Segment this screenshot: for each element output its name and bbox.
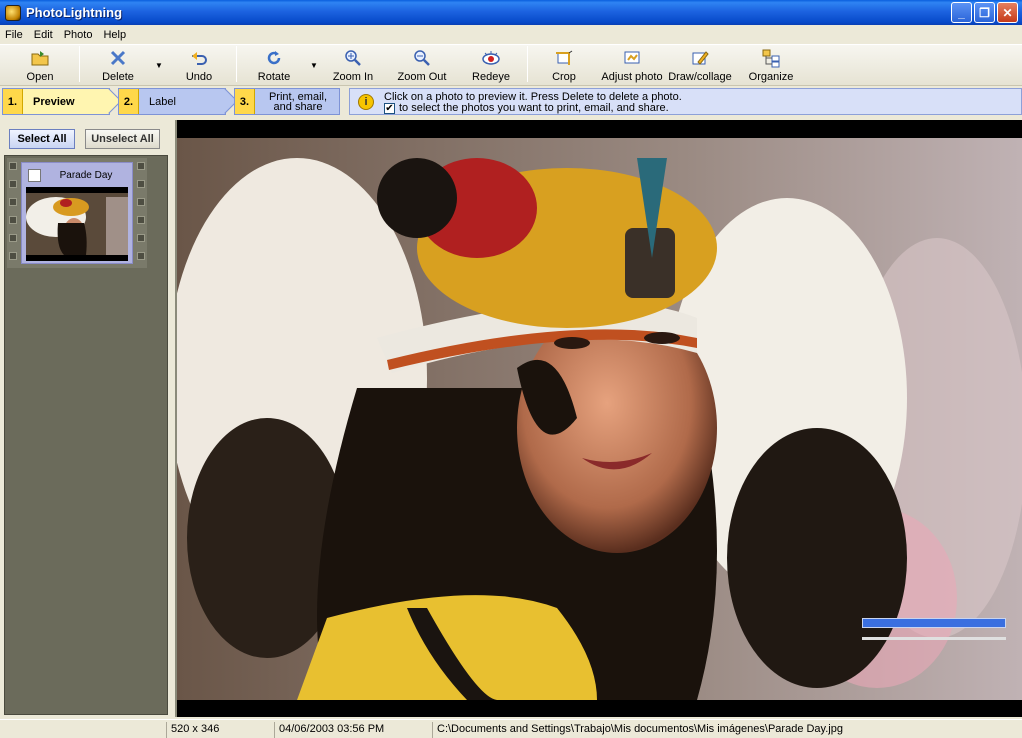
zoom-out-icon bbox=[412, 48, 432, 68]
organize-button[interactable]: Organize bbox=[733, 45, 809, 85]
photo-preview-pane bbox=[175, 120, 1022, 717]
select-all-button[interactable]: Select All bbox=[9, 129, 75, 149]
window-title: PhotoLightning bbox=[26, 5, 123, 20]
step-label[interactable]: 2. Label bbox=[118, 88, 238, 115]
crop-button[interactable]: Crop bbox=[531, 45, 597, 85]
folder-open-icon bbox=[30, 48, 50, 68]
info-icon: i bbox=[358, 94, 374, 110]
rotate-button[interactable]: Rotate bbox=[240, 45, 308, 85]
zoom-in-button[interactable]: Zoom In bbox=[320, 45, 386, 85]
crop-icon bbox=[554, 48, 574, 68]
filmstrip: Parade Day bbox=[7, 158, 147, 268]
close-button[interactable]: ✕ bbox=[997, 2, 1018, 23]
progress-bar bbox=[862, 618, 1006, 628]
draw-collage-icon bbox=[690, 48, 710, 68]
menu-file[interactable]: File bbox=[0, 29, 29, 41]
status-datetime: 04/06/2003 03:56 PM bbox=[274, 722, 432, 738]
delete-icon bbox=[108, 48, 128, 68]
thumbnail-list: Parade Day bbox=[4, 155, 168, 715]
zoom-in-icon bbox=[343, 48, 363, 68]
step-bar: 1. Preview 2. Label 3. Print, email, and… bbox=[0, 87, 1022, 117]
organize-icon bbox=[761, 48, 781, 68]
checkbox-icon: ✔ bbox=[384, 102, 395, 114]
thumbnail-panel: Select All Unselect All Parade Day bbox=[0, 119, 173, 717]
undo-button[interactable]: Undo bbox=[165, 45, 233, 85]
adjust-photo-icon bbox=[622, 48, 642, 68]
unselect-all-button[interactable]: Unselect All bbox=[85, 129, 160, 149]
minimize-button[interactable]: _ bbox=[951, 2, 972, 23]
restore-button[interactable]: ❐ bbox=[974, 2, 995, 23]
undo-icon bbox=[189, 48, 209, 68]
menu-edit[interactable]: Edit bbox=[29, 29, 59, 41]
redeye-icon bbox=[481, 48, 501, 68]
progress-bar-track bbox=[862, 637, 1006, 640]
photo-preview[interactable] bbox=[177, 138, 1022, 700]
menu-help[interactable]: Help bbox=[98, 29, 132, 41]
thumbnail-image[interactable] bbox=[26, 187, 128, 261]
status-file-path: C:\Documents and Settings\Trabajo\Mis do… bbox=[432, 722, 1020, 738]
toolbar: Open Delete ▼ Undo Rotate ▼ Zoom In Zoom… bbox=[0, 44, 1022, 86]
delete-dropdown-icon[interactable]: ▼ bbox=[153, 45, 165, 85]
info-panel: i Click on a photo to preview it. Press … bbox=[349, 88, 1022, 115]
thumbnail-title: Parade Day bbox=[59, 170, 113, 181]
rotate-icon bbox=[264, 48, 284, 68]
thumbnail-checkbox[interactable] bbox=[28, 169, 41, 182]
zoom-out-button[interactable]: Zoom Out bbox=[386, 45, 458, 85]
app-icon bbox=[5, 4, 21, 21]
status-dimensions: 520 x 346 bbox=[166, 722, 274, 738]
list-item[interactable]: Parade Day bbox=[21, 162, 133, 264]
info-text-2: to select the photos you want to print, … bbox=[399, 102, 669, 114]
adjust-photo-button[interactable]: Adjust photo bbox=[597, 45, 667, 85]
step-preview[interactable]: 1. Preview bbox=[2, 88, 122, 115]
title-bar: PhotoLightning _ ❐ ✕ bbox=[0, 0, 1022, 25]
rotate-dropdown-icon[interactable]: ▼ bbox=[308, 45, 320, 85]
step-print-email-share[interactable]: 3. Print, email, and share bbox=[234, 88, 340, 115]
open-button[interactable]: Open bbox=[4, 45, 76, 85]
delete-button[interactable]: Delete bbox=[83, 45, 153, 85]
redeye-button[interactable]: Redeye bbox=[458, 45, 524, 85]
status-bar: 520 x 346 04/06/2003 03:56 PM C:\Documen… bbox=[0, 719, 1022, 738]
menu-photo[interactable]: Photo bbox=[59, 29, 99, 41]
draw-collage-button[interactable]: Draw/collage bbox=[667, 45, 733, 85]
menu-bar: File Edit Photo Help bbox=[0, 25, 1022, 44]
